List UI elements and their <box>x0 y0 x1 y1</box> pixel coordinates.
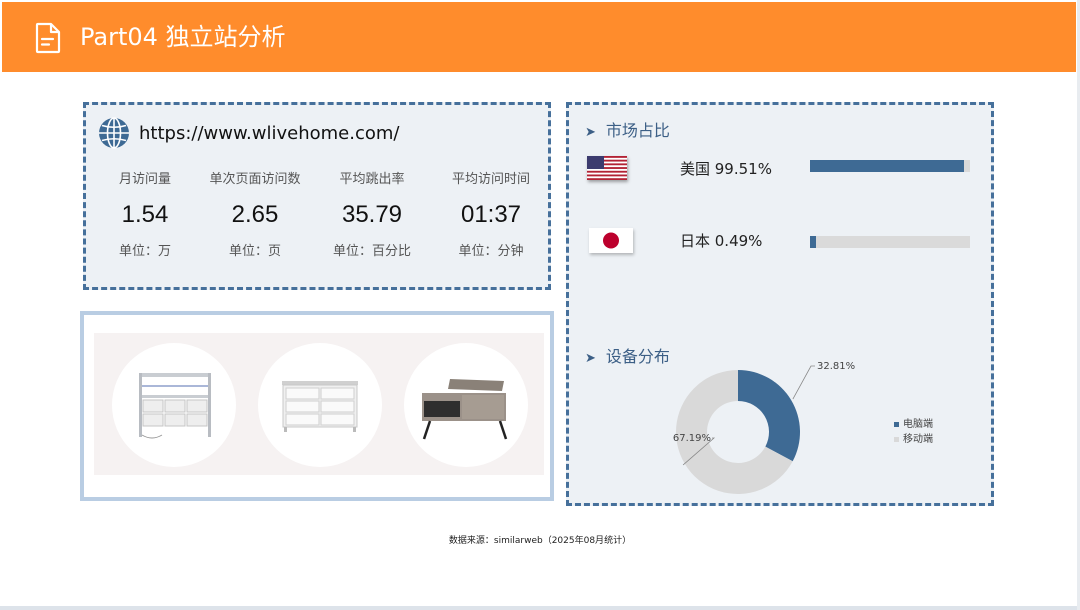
data-label-mobile: 67.19% <box>673 433 711 444</box>
metric-value: 2.65 <box>231 201 279 228</box>
metric-label: 单次页面访问数 <box>209 172 301 187</box>
storage-shelf-icon <box>139 373 211 439</box>
donut-slice-desktop <box>738 370 800 462</box>
market-bar-us <box>810 160 970 172</box>
page-title: Part04 独立站分析 <box>80 23 286 51</box>
metric-unit: 单位：百分比 <box>332 244 411 259</box>
section-title-market: ➤ 市场占比 <box>585 120 670 144</box>
metric-label: 平均跳出率 <box>339 172 405 187</box>
section-title-text: 设备分布 <box>605 347 670 366</box>
market-bar-japan <box>810 236 970 248</box>
legend-label: 移动端 <box>903 434 933 445</box>
section-title-device: ➤ 设备分布 <box>585 346 670 370</box>
document-icon <box>35 22 61 54</box>
market-bar-fill-japan <box>810 236 816 248</box>
site-url: https://www.wlivehome.com/ <box>139 123 400 144</box>
market-device-card: ➤ 市场占比 美国 99.51% 日本 0.49% ➤ 设备分布 32.81% … <box>566 102 994 506</box>
arrow-right-icon: ➤ <box>585 125 596 140</box>
market-label-japan: 日本 0.49% <box>680 232 763 250</box>
metric-label: 月访问量 <box>118 172 171 187</box>
bottom-border <box>0 606 1080 610</box>
slide: Part04 独立站分析 https://www.wlivehome.com/ … <box>0 0 1080 610</box>
metric-value: 01:37 <box>460 201 522 228</box>
metric-value: 1.54 <box>121 201 169 228</box>
leader-line <box>792 365 815 400</box>
section-title-text: 市场占比 <box>605 121 670 140</box>
legend-swatch <box>894 436 899 442</box>
metric-pages-per-visit: 单次页面访问数 2.65 单位：页 <box>196 171 314 261</box>
metric-label: 平均访问时间 <box>451 172 530 187</box>
product-image <box>258 343 382 467</box>
data-label-desktop: 32.81% <box>817 361 855 372</box>
metric-value: 35.79 <box>341 201 403 228</box>
site-metrics-card: https://www.wlivehome.com/ 月访问量 1.54 单位：… <box>83 102 551 290</box>
dresser-icon <box>282 381 358 432</box>
arrow-right-icon: ➤ <box>585 351 596 366</box>
us-flag-icon <box>587 156 627 180</box>
legend-swatch <box>894 421 899 427</box>
lift-top-coffee-table-icon <box>422 379 508 440</box>
japan-flag-icon <box>589 228 633 253</box>
globe-icon <box>99 117 129 149</box>
market-label-us: 美国 99.51% <box>680 160 772 178</box>
data-source-note: 数据来源：similarweb（2025年08月统计） <box>448 536 632 546</box>
products-strip <box>94 333 544 475</box>
legend-item-mobile: 移动端 <box>894 433 933 447</box>
metric-unit: 单位：分钟 <box>458 244 524 259</box>
product-image <box>404 343 528 467</box>
metric-bounce-rate: 平均跳出率 35.79 单位：百分比 <box>313 171 431 261</box>
metric-unit: 单位：页 <box>228 244 281 259</box>
header-bar: Part04 独立站分析 <box>2 2 1076 72</box>
device-donut-chart: 32.81% 67.19% <box>673 361 855 494</box>
product-image <box>112 343 236 467</box>
metric-avg-visit-time: 平均访问时间 01:37 单位：分钟 <box>432 171 550 261</box>
market-bar-fill-us <box>810 160 964 172</box>
metric-monthly-visits: 月访问量 1.54 单位：万 <box>86 171 204 261</box>
metric-unit: 单位：万 <box>118 244 171 259</box>
products-card <box>80 311 554 501</box>
legend-label: 电脑端 <box>903 419 933 430</box>
legend-item-desktop: 电脑端 <box>894 418 933 432</box>
